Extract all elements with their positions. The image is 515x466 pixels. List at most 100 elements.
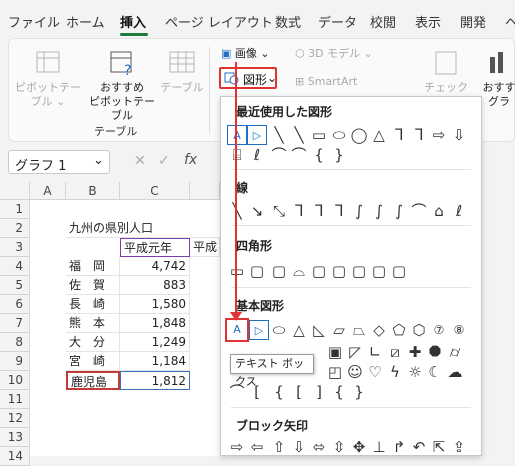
oval-shape-icon[interactable]: ◯	[349, 125, 369, 145]
column-header[interactable]: C	[120, 182, 190, 200]
pentagon-icon[interactable]: ⬠	[389, 320, 409, 340]
cloud-icon[interactable]: ☁	[445, 362, 465, 382]
text-box-shape-icon[interactable]: A	[227, 125, 247, 145]
round-corner-rectangle-icon[interactable]: ▢	[329, 261, 349, 281]
down-arrow-shape-icon[interactable]: ⇩	[449, 125, 469, 145]
prefecture-cell[interactable]: 熊 本	[66, 314, 120, 333]
oval-shape-icon[interactable]: ⬭	[269, 320, 289, 340]
prefecture-cell[interactable]: 佐 賀	[66, 276, 120, 295]
prefecture-cell[interactable]: 福 岡	[66, 257, 120, 276]
row-header[interactable]: 6	[0, 295, 30, 314]
frame-icon[interactable]: ▣	[325, 342, 345, 362]
cancel-icon[interactable]: ✕	[134, 153, 146, 169]
row-header[interactable]: 5	[0, 276, 30, 295]
elbow-connector-icon[interactable]: ᒣ	[289, 201, 309, 221]
image-button[interactable]: ▣ 画像 ⌄	[221, 47, 291, 61]
value-cell-selected[interactable]: 1,812	[120, 371, 190, 390]
function-icon[interactable]: fx	[184, 152, 197, 168]
right-brace-icon[interactable]: }	[329, 145, 349, 165]
cross-icon[interactable]: ✚	[405, 342, 425, 362]
text-box-shape-icon[interactable]: A	[225, 318, 249, 342]
row-header[interactable]: 1	[0, 200, 30, 219]
line-shape-icon[interactable]: ╲	[269, 125, 289, 145]
elbow-connector-icon[interactable]: ᒣ	[409, 125, 429, 145]
flowchart-document-icon[interactable]: ⌸	[227, 145, 247, 165]
vertical-text-box-shape-icon[interactable]: ▷	[249, 320, 269, 340]
value-cell[interactable]: 1,580	[120, 295, 190, 314]
curve-icon[interactable]: ⌒	[409, 201, 429, 221]
elbow-arrow-connector-icon[interactable]: ᒣ	[309, 201, 329, 221]
curved-double-arrow-icon[interactable]: ∫	[389, 201, 409, 221]
snip-rectangle-icon[interactable]: ▢	[309, 261, 329, 281]
left-arrow-shape-icon[interactable]: ⇦	[247, 437, 267, 457]
row-header[interactable]: 12	[0, 409, 30, 428]
shapes-button[interactable]: 図形 ⌄	[219, 67, 277, 89]
select-all-corner[interactable]	[0, 182, 30, 200]
round-corner-rectangle-icon[interactable]: ▢	[389, 261, 409, 281]
curved-arrow-connector-icon[interactable]: ∫	[369, 201, 389, 221]
left-up-arrow-icon[interactable]: ⇱	[429, 437, 449, 457]
moon-icon[interactable]: ☾	[425, 362, 445, 382]
value-cell[interactable]: 1,184	[120, 352, 190, 371]
round-corner-rectangle-icon[interactable]: ▢	[369, 261, 389, 281]
double-brace-icon[interactable]: {	[269, 382, 289, 402]
plaque-icon[interactable]: ⯃	[425, 342, 445, 362]
freeform-shape-icon[interactable]: ⌂	[429, 201, 449, 221]
heptagon-icon[interactable]: ⑦	[429, 320, 449, 340]
row-header[interactable]: 11	[0, 390, 30, 409]
right-arrow-shape-icon[interactable]: ⇨	[429, 125, 449, 145]
arrow-line-icon[interactable]: ↘	[247, 201, 267, 221]
recommended-pivot-button[interactable]: ? おすすめ ピボットテーブル	[85, 49, 159, 123]
tab-data[interactable]: データ	[318, 12, 357, 31]
elbow-double-arrow-icon[interactable]: ᒣ	[329, 201, 349, 221]
l-shape-icon[interactable]: ∟	[365, 342, 385, 362]
table-button[interactable]: テーブル	[157, 49, 207, 95]
rectangle-shape-icon[interactable]: ▭	[309, 125, 329, 145]
value-cell[interactable]: 883	[120, 276, 190, 295]
name-box[interactable]: グラフ 1 ⌄	[8, 150, 110, 174]
arc-icon[interactable]: ⌒	[289, 145, 309, 165]
header-cell[interactable]: 平成元年	[120, 238, 190, 257]
enter-icon[interactable]: ✓	[158, 153, 170, 169]
round-corner-rectangle-icon[interactable]: ▢	[349, 261, 369, 281]
scribble-icon[interactable]: ℓ	[449, 201, 469, 221]
value-cell[interactable]: 1,249	[120, 333, 190, 352]
lightning-bolt-icon[interactable]: ϟ	[385, 362, 405, 382]
row-header[interactable]: 2	[0, 219, 30, 238]
row-header[interactable]: 13	[0, 428, 30, 447]
oval-shape-icon[interactable]: ⬭	[329, 125, 349, 145]
worksheet-grid[interactable]: A B C 1 2 3 4 5 6 7 8 9 10 11 12 13 14 九…	[0, 182, 220, 466]
double-arrow-line-icon[interactable]: ⤡	[269, 201, 289, 221]
left-right-arrow-icon[interactable]: ⬄	[309, 437, 329, 457]
prefecture-cell[interactable]: 宮 崎	[66, 352, 120, 371]
pivot-table-button[interactable]: ピボットテー ブル ⌄	[11, 49, 85, 109]
prefecture-cell-selected[interactable]: 鹿児島	[66, 371, 120, 390]
rectangle-shape-icon[interactable]: ▭	[227, 261, 247, 281]
can-icon[interactable]: ⌭	[445, 342, 465, 362]
smartart-button[interactable]: ⊞ SmartArt	[295, 75, 395, 89]
prefecture-cell[interactable]: 長 崎	[66, 295, 120, 314]
tab-review[interactable]: 校閲	[370, 12, 396, 31]
3d-model-button[interactable]: ⬡ 3D モデル ⌄	[295, 47, 395, 61]
tab-developer[interactable]: 開発	[460, 12, 486, 31]
prefecture-cell[interactable]: 大 分	[66, 333, 120, 352]
right-arrow-shape-icon[interactable]: ⇨	[227, 437, 247, 457]
left-brace-icon[interactable]: {	[329, 382, 349, 402]
freeform-icon[interactable]: ℓ	[247, 145, 267, 165]
hexagon-icon[interactable]: ⬡	[409, 320, 429, 340]
left-right-up-arrow-icon[interactable]: ⊥	[369, 437, 389, 457]
heart-icon[interactable]: ♡	[365, 362, 385, 382]
down-arrow-shape-icon[interactable]: ⇩	[289, 437, 309, 457]
bent-arrow-icon[interactable]: ↱	[389, 437, 409, 457]
triangle-shape-icon[interactable]: △	[369, 125, 389, 145]
vertical-text-box-shape-icon[interactable]: ▷	[247, 125, 267, 145]
up-arrow-shape-icon[interactable]: ⇧	[269, 437, 289, 457]
table-title-cell[interactable]: 九州の県別人口	[66, 219, 220, 238]
diamond-icon[interactable]: ◇	[369, 320, 389, 340]
row-header[interactable]: 14	[0, 447, 30, 466]
tab-home[interactable]: ホーム	[66, 12, 105, 31]
half-frame-icon[interactable]: ◸	[345, 342, 365, 362]
snip-rectangle-icon[interactable]: ⌓	[289, 261, 309, 281]
header-cell[interactable]: 平成	[190, 238, 220, 257]
sun-icon[interactable]: ☼	[405, 362, 425, 382]
